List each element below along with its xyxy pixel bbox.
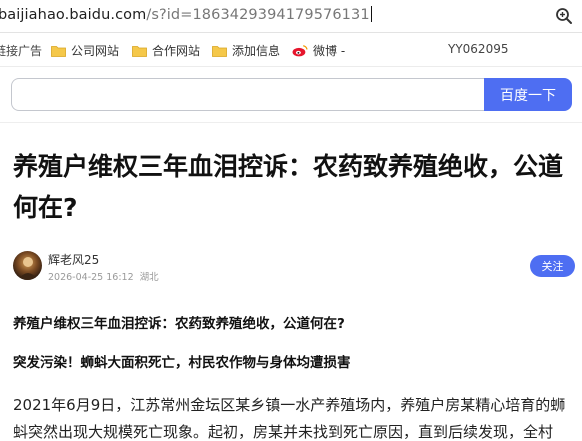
folder-icon xyxy=(51,45,66,57)
author-name[interactable]: 辉老风25 xyxy=(48,251,99,268)
zoom-icon[interactable] xyxy=(554,6,574,26)
article-title: 养殖户维权三年血泪控诉：农药致养殖绝收，公道何在? xyxy=(13,152,564,222)
bookmarks-bar: 链接广告 公司网站 合作网站 添加信息 微博 - YY062095 xyxy=(0,33,582,67)
avatar[interactable] xyxy=(13,251,42,280)
bookmark-yy[interactable]: YY062095 xyxy=(448,42,508,56)
folder-icon xyxy=(132,45,147,57)
paragraph-line: 蚪突然出现大规模死亡现象。起初，房某并未找到死亡原因，直到后续发现，全村 xyxy=(13,423,554,441)
address-bar[interactable]: baijiahao.baidu.com/s?id=186342939417957… xyxy=(0,0,582,33)
bookmark-label: YY062095 xyxy=(448,42,509,56)
search-input[interactable] xyxy=(11,78,485,111)
section-heading: 突发污染！蛳蚪大面积死亡，村民农作物与身体均遭损害 xyxy=(13,355,351,371)
bookmark-label: 链接广告 xyxy=(0,44,43,58)
bookmark-add-info[interactable]: 添加信息 xyxy=(212,42,284,59)
search-button[interactable]: 百度一下 xyxy=(484,78,572,111)
bookmark-label: 微博 - xyxy=(313,44,346,58)
publish-meta: 2026-04-25 16:12 湖北 xyxy=(48,269,165,283)
text-cursor xyxy=(370,6,372,22)
section-heading: 养殖户维权三年血泪控诉：农药致养殖绝收，公道何在? xyxy=(13,316,345,332)
bookmark-label: 添加信息 xyxy=(232,44,281,58)
weibo-icon xyxy=(292,45,308,57)
bookmark-partner-site[interactable]: 合作网站 xyxy=(132,42,200,59)
search-bar: 百度一下 xyxy=(0,67,582,123)
author-info: 辉老风25 2026-04-25 16:12 湖北 关注 xyxy=(13,250,575,283)
url-path: /s?id=1863429394179576131 xyxy=(146,7,370,23)
folder-icon xyxy=(212,45,227,57)
bookmark-weibo[interactable]: 微博 - xyxy=(292,42,345,59)
bookmark-label: 合作网站 xyxy=(152,44,201,58)
publish-location: 湖北 xyxy=(139,272,159,283)
article-paragraph: 2021年6月9日，江苏常州金坛区某乡镇一水产养殖场内，养殖户房某精心培育的蛳 … xyxy=(13,392,582,441)
bookmark-label: 公司网站 xyxy=(71,44,120,58)
bookmark-company-site[interactable]: 公司网站 xyxy=(51,42,119,59)
url-text[interactable]: baijiahao.baidu.com/s?id=186342939417957… xyxy=(0,6,372,23)
publish-date: 2026-04-25 16:12 xyxy=(48,272,134,283)
bookmark-ads[interactable]: 链接广告 xyxy=(0,42,42,59)
paragraph-line: 2021年6月9日，江苏常州金坛区某乡镇一水产养殖场内，养殖户房某精心培育的蛳 xyxy=(13,396,566,414)
url-host: baijiahao.baidu.com xyxy=(0,7,147,23)
follow-button[interactable]: 关注 xyxy=(530,255,575,277)
